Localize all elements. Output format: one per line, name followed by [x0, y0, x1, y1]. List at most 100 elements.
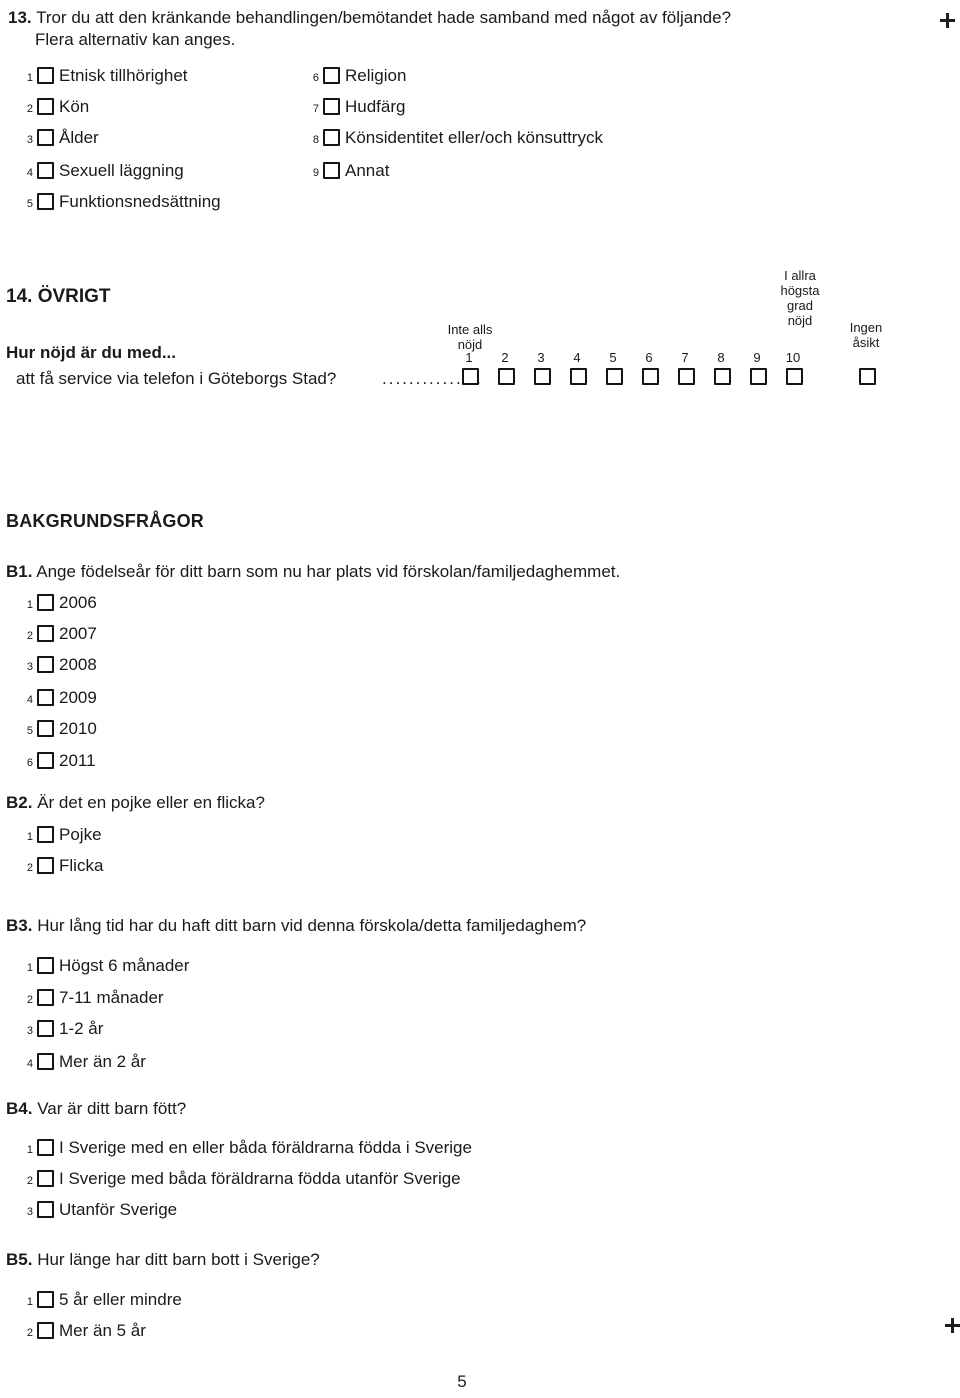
checkbox-icon[interactable] [37, 1019, 54, 1037]
b3-option-1[interactable]: 1 Högst 6 månader [20, 954, 190, 976]
checkbox-icon[interactable] [37, 593, 54, 611]
option-number: 4 [26, 694, 33, 706]
question-13-subtext: Flera alternativ kan anges. [35, 30, 236, 49]
scale-anchor-high-line1: I allra [784, 268, 816, 283]
option-label: 2011 [59, 750, 96, 770]
option-number: 2 [26, 1175, 33, 1187]
q13-option-7[interactable]: 7 Hudfärg [306, 95, 406, 117]
b1-option-1[interactable]: 1 2006 [20, 591, 97, 613]
b2-option-1[interactable]: 1 Pojke [20, 823, 102, 845]
question-b1-number: B1. [6, 562, 33, 581]
q14-rating-checkbox-3[interactable] [534, 368, 551, 385]
registration-mark-bottom-right [945, 1318, 960, 1333]
q14-rating-checkbox-10[interactable] [786, 368, 803, 385]
option-number: 1 [26, 962, 33, 974]
checkbox-icon[interactable] [37, 719, 54, 737]
question-14-title: 14. ÖVRIGT [6, 286, 111, 307]
checkbox-icon[interactable] [37, 1052, 54, 1070]
q14-rating-checkbox-4[interactable] [570, 368, 587, 385]
q14-rating-checkbox-1[interactable] [462, 368, 479, 385]
checkbox-icon[interactable] [37, 1138, 54, 1156]
q13-option-8[interactable]: 8 Könsidentitet eller/och könsuttryck [306, 126, 603, 148]
q13-option-3[interactable]: 3 Ålder [20, 126, 99, 148]
scale-number-10: 10 [785, 350, 801, 365]
checkbox-icon[interactable] [37, 128, 54, 146]
q14-rating-checkbox-5[interactable] [606, 368, 623, 385]
option-number: 8 [312, 134, 319, 146]
checkbox-icon[interactable] [37, 1290, 54, 1308]
checkbox-icon[interactable] [37, 956, 54, 974]
b3-option-4[interactable]: 4 Mer än 2 år [20, 1050, 146, 1072]
option-number: 9 [312, 167, 319, 179]
q14-rating-checkbox-8[interactable] [714, 368, 731, 385]
q13-option-6[interactable]: 6 Religion [306, 64, 407, 86]
option-label: I Sverige med en eller båda föräldrarna … [59, 1137, 472, 1157]
checkbox-icon[interactable] [37, 688, 54, 706]
option-number: 4 [26, 167, 33, 179]
q13-option-2[interactable]: 2 Kön [20, 95, 89, 117]
checkbox-icon[interactable] [37, 856, 54, 874]
question-b5-heading: B5. Hur länge har ditt barn bott i Sveri… [6, 1248, 320, 1271]
question-b2-number: B2. [6, 793, 33, 812]
no-opinion-label-line2: åsikt [852, 335, 880, 350]
checkbox-icon[interactable] [323, 66, 340, 84]
checkbox-icon[interactable] [37, 825, 54, 843]
checkbox-icon[interactable] [37, 97, 54, 115]
q13-option-9[interactable]: 9 Annat [306, 159, 390, 181]
question-b5-text: Hur länge har ditt barn bott i Sverige? [37, 1250, 320, 1269]
q14-rating-checkbox-6[interactable] [642, 368, 659, 385]
q13-option-4[interactable]: 4 Sexuell läggning [20, 159, 184, 181]
checkbox-icon[interactable] [37, 988, 54, 1006]
b4-option-1[interactable]: 1 I Sverige med en eller båda föräldrarn… [20, 1136, 472, 1158]
scale-number-5: 5 [609, 350, 617, 365]
b1-option-6[interactable]: 6 2011 [20, 749, 96, 771]
checkbox-icon[interactable] [37, 1200, 54, 1218]
scale-number-2: 2 [501, 350, 509, 365]
checkbox-icon[interactable] [323, 161, 340, 179]
b3-option-2[interactable]: 2 7-11 månader [20, 986, 164, 1008]
checkbox-icon[interactable] [37, 1169, 54, 1187]
q14-rating-checkbox-2[interactable] [498, 368, 515, 385]
checkbox-icon[interactable] [37, 751, 54, 769]
option-number: 3 [26, 134, 33, 146]
q13-option-1[interactable]: 1 Etnisk tillhörighet [20, 64, 188, 86]
q13-option-5[interactable]: 5 Funktionsnedsättning [20, 190, 221, 212]
question-b3-number: B3. [6, 916, 33, 935]
option-number: 4 [26, 1058, 33, 1070]
option-number: 2 [26, 630, 33, 642]
option-label: Etnisk tillhörighet [59, 65, 188, 85]
b5-option-2[interactable]: 2 Mer än 5 år [20, 1319, 146, 1341]
page-number: 5 [457, 1372, 467, 1391]
scale-number-1: 1 [465, 350, 473, 365]
option-label: Pojke [59, 824, 102, 844]
no-opinion-label-line1: Ingen [849, 320, 883, 335]
b4-option-2[interactable]: 2 I Sverige med båda föräldrarna födda u… [20, 1167, 461, 1189]
checkbox-icon[interactable] [37, 192, 54, 210]
checkbox-icon[interactable] [37, 1321, 54, 1339]
b5-option-1[interactable]: 1 5 år eller mindre [20, 1288, 182, 1310]
checkbox-icon[interactable] [37, 161, 54, 179]
checkbox-icon[interactable] [37, 655, 54, 673]
checkbox-icon[interactable] [323, 128, 340, 146]
scale-number-8: 8 [717, 350, 725, 365]
q14-rating-checkbox-9[interactable] [750, 368, 767, 385]
option-number: 3 [26, 1206, 33, 1218]
b1-option-5[interactable]: 5 2010 [20, 717, 97, 739]
b4-option-3[interactable]: 3 Utanför Sverige [20, 1198, 177, 1220]
q14-rating-checkbox-7[interactable] [678, 368, 695, 385]
question-14-lead: Hur nöjd är du med... [6, 343, 177, 362]
q14-no-opinion-checkbox[interactable] [859, 368, 876, 385]
option-label: I Sverige med båda föräldrarna födda uta… [59, 1168, 461, 1188]
b1-option-2[interactable]: 2 2007 [20, 622, 97, 644]
checkbox-icon[interactable] [37, 624, 54, 642]
option-label: 7-11 månader [59, 987, 164, 1007]
b1-option-4[interactable]: 4 2009 [20, 686, 97, 708]
scale-number-7: 7 [681, 350, 689, 365]
option-label: 2006 [59, 592, 97, 612]
b2-option-2[interactable]: 2 Flicka [20, 854, 104, 876]
option-label: Kön [59, 96, 90, 116]
checkbox-icon[interactable] [37, 66, 54, 84]
checkbox-icon[interactable] [323, 97, 340, 115]
b3-option-3[interactable]: 3 1-2 år [20, 1017, 104, 1039]
b1-option-3[interactable]: 3 2008 [20, 653, 97, 675]
